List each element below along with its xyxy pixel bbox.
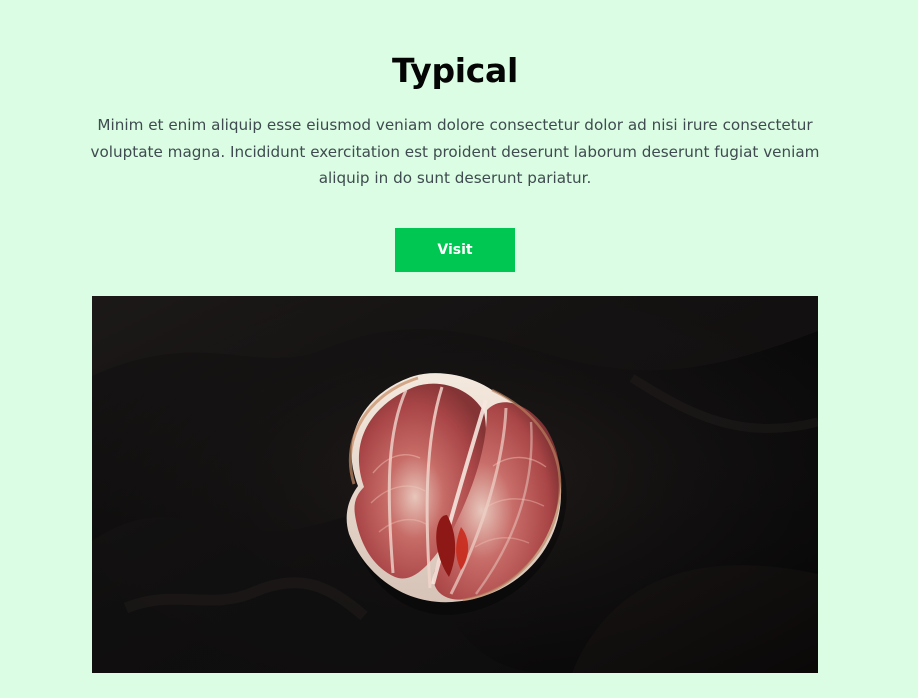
- blood-orange-photo: [92, 296, 818, 673]
- visit-button[interactable]: Visit: [395, 228, 515, 272]
- hero-image: [92, 296, 818, 673]
- hero-section: Typical Minim et enim aliquip esse eiusm…: [0, 0, 918, 698]
- page-title: Typical: [391, 51, 519, 90]
- hero-description: Minim et enim aliquip esse eiusmod venia…: [90, 116, 820, 187]
